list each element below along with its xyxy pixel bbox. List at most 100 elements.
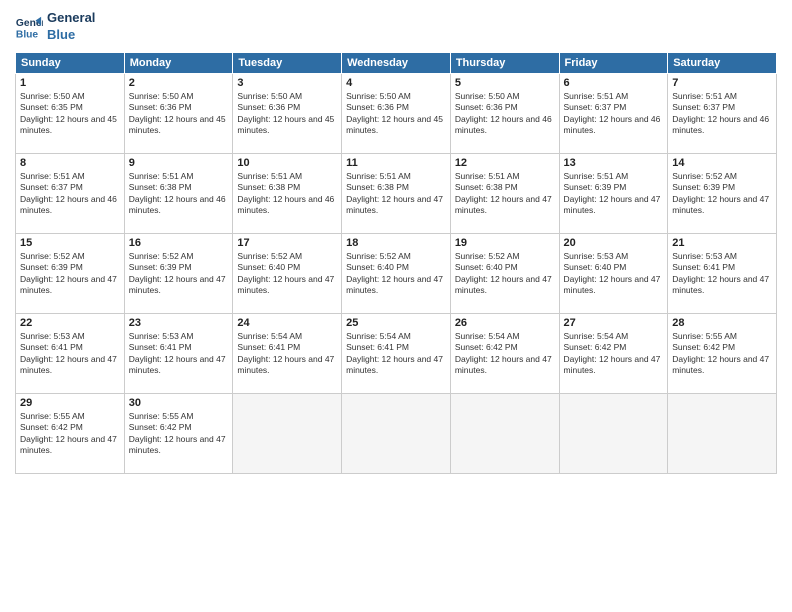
calendar-cell: 23 Sunrise: 5:53 AM Sunset: 6:41 PM Dayl…: [124, 313, 233, 393]
weekday-header: Friday: [559, 52, 668, 73]
calendar-cell: 10 Sunrise: 5:51 AM Sunset: 6:38 PM Dayl…: [233, 153, 342, 233]
calendar-cell: 11 Sunrise: 5:51 AM Sunset: 6:38 PM Dayl…: [342, 153, 451, 233]
weekday-header: Tuesday: [233, 52, 342, 73]
calendar-cell: 9 Sunrise: 5:51 AM Sunset: 6:38 PM Dayli…: [124, 153, 233, 233]
calendar-cell: [342, 393, 451, 473]
day-number: 5: [455, 77, 555, 89]
calendar-cell: [668, 393, 777, 473]
cell-details: Sunrise: 5:50 AM Sunset: 6:36 PM Dayligh…: [129, 91, 229, 137]
calendar-cell: [233, 393, 342, 473]
cell-details: Sunrise: 5:50 AM Sunset: 6:36 PM Dayligh…: [455, 91, 555, 137]
calendar-table: SundayMondayTuesdayWednesdayThursdayFrid…: [15, 52, 777, 474]
calendar-cell: 30 Sunrise: 5:55 AM Sunset: 6:42 PM Dayl…: [124, 393, 233, 473]
logo: General Blue GeneralBlue: [15, 10, 95, 44]
calendar-week-row: 15 Sunrise: 5:52 AM Sunset: 6:39 PM Dayl…: [16, 233, 777, 313]
cell-details: Sunrise: 5:55 AM Sunset: 6:42 PM Dayligh…: [20, 411, 120, 457]
day-number: 13: [564, 157, 664, 169]
day-number: 27: [564, 317, 664, 329]
calendar-cell: 15 Sunrise: 5:52 AM Sunset: 6:39 PM Dayl…: [16, 233, 125, 313]
calendar-cell: [450, 393, 559, 473]
calendar-cell: 21 Sunrise: 5:53 AM Sunset: 6:41 PM Dayl…: [668, 233, 777, 313]
cell-details: Sunrise: 5:50 AM Sunset: 6:36 PM Dayligh…: [237, 91, 337, 137]
calendar-cell: 6 Sunrise: 5:51 AM Sunset: 6:37 PM Dayli…: [559, 73, 668, 153]
weekday-header: Saturday: [668, 52, 777, 73]
day-number: 4: [346, 77, 446, 89]
calendar-cell: 8 Sunrise: 5:51 AM Sunset: 6:37 PM Dayli…: [16, 153, 125, 233]
cell-details: Sunrise: 5:52 AM Sunset: 6:39 PM Dayligh…: [672, 171, 772, 217]
cell-details: Sunrise: 5:51 AM Sunset: 6:38 PM Dayligh…: [346, 171, 446, 217]
logo-icon: General Blue: [15, 13, 43, 41]
day-number: 7: [672, 77, 772, 89]
cell-details: Sunrise: 5:54 AM Sunset: 6:41 PM Dayligh…: [346, 331, 446, 377]
calendar-cell: 2 Sunrise: 5:50 AM Sunset: 6:36 PM Dayli…: [124, 73, 233, 153]
calendar-cell: 12 Sunrise: 5:51 AM Sunset: 6:38 PM Dayl…: [450, 153, 559, 233]
calendar-week-row: 8 Sunrise: 5:51 AM Sunset: 6:37 PM Dayli…: [16, 153, 777, 233]
cell-details: Sunrise: 5:51 AM Sunset: 6:38 PM Dayligh…: [129, 171, 229, 217]
calendar-cell: [559, 393, 668, 473]
logo-text: GeneralBlue: [47, 10, 95, 44]
cell-details: Sunrise: 5:52 AM Sunset: 6:40 PM Dayligh…: [237, 251, 337, 297]
cell-details: Sunrise: 5:54 AM Sunset: 6:42 PM Dayligh…: [455, 331, 555, 377]
cell-details: Sunrise: 5:52 AM Sunset: 6:40 PM Dayligh…: [346, 251, 446, 297]
cell-details: Sunrise: 5:52 AM Sunset: 6:39 PM Dayligh…: [20, 251, 120, 297]
day-number: 30: [129, 397, 229, 409]
day-number: 26: [455, 317, 555, 329]
cell-details: Sunrise: 5:52 AM Sunset: 6:40 PM Dayligh…: [455, 251, 555, 297]
header: General Blue GeneralBlue: [15, 10, 777, 44]
calendar-cell: 7 Sunrise: 5:51 AM Sunset: 6:37 PM Dayli…: [668, 73, 777, 153]
cell-details: Sunrise: 5:53 AM Sunset: 6:40 PM Dayligh…: [564, 251, 664, 297]
cell-details: Sunrise: 5:53 AM Sunset: 6:41 PM Dayligh…: [20, 331, 120, 377]
cell-details: Sunrise: 5:50 AM Sunset: 6:36 PM Dayligh…: [346, 91, 446, 137]
day-number: 16: [129, 237, 229, 249]
calendar-cell: 1 Sunrise: 5:50 AM Sunset: 6:35 PM Dayli…: [16, 73, 125, 153]
calendar-cell: 26 Sunrise: 5:54 AM Sunset: 6:42 PM Dayl…: [450, 313, 559, 393]
cell-details: Sunrise: 5:54 AM Sunset: 6:41 PM Dayligh…: [237, 331, 337, 377]
calendar-cell: 3 Sunrise: 5:50 AM Sunset: 6:36 PM Dayli…: [233, 73, 342, 153]
day-number: 25: [346, 317, 446, 329]
cell-details: Sunrise: 5:54 AM Sunset: 6:42 PM Dayligh…: [564, 331, 664, 377]
day-number: 19: [455, 237, 555, 249]
cell-details: Sunrise: 5:51 AM Sunset: 6:38 PM Dayligh…: [237, 171, 337, 217]
cell-details: Sunrise: 5:55 AM Sunset: 6:42 PM Dayligh…: [129, 411, 229, 457]
cell-details: Sunrise: 5:51 AM Sunset: 6:38 PM Dayligh…: [455, 171, 555, 217]
calendar-cell: 29 Sunrise: 5:55 AM Sunset: 6:42 PM Dayl…: [16, 393, 125, 473]
calendar-cell: 19 Sunrise: 5:52 AM Sunset: 6:40 PM Dayl…: [450, 233, 559, 313]
weekday-header-row: SundayMondayTuesdayWednesdayThursdayFrid…: [16, 52, 777, 73]
day-number: 3: [237, 77, 337, 89]
day-number: 9: [129, 157, 229, 169]
weekday-header: Wednesday: [342, 52, 451, 73]
calendar-cell: 5 Sunrise: 5:50 AM Sunset: 6:36 PM Dayli…: [450, 73, 559, 153]
day-number: 22: [20, 317, 120, 329]
day-number: 10: [237, 157, 337, 169]
day-number: 8: [20, 157, 120, 169]
day-number: 29: [20, 397, 120, 409]
day-number: 1: [20, 77, 120, 89]
calendar-cell: 18 Sunrise: 5:52 AM Sunset: 6:40 PM Dayl…: [342, 233, 451, 313]
day-number: 17: [237, 237, 337, 249]
day-number: 24: [237, 317, 337, 329]
calendar-cell: 22 Sunrise: 5:53 AM Sunset: 6:41 PM Dayl…: [16, 313, 125, 393]
calendar-week-row: 22 Sunrise: 5:53 AM Sunset: 6:41 PM Dayl…: [16, 313, 777, 393]
cell-details: Sunrise: 5:51 AM Sunset: 6:37 PM Dayligh…: [20, 171, 120, 217]
calendar-cell: 16 Sunrise: 5:52 AM Sunset: 6:39 PM Dayl…: [124, 233, 233, 313]
calendar-cell: 25 Sunrise: 5:54 AM Sunset: 6:41 PM Dayl…: [342, 313, 451, 393]
calendar-cell: 24 Sunrise: 5:54 AM Sunset: 6:41 PM Dayl…: [233, 313, 342, 393]
day-number: 12: [455, 157, 555, 169]
calendar-cell: 14 Sunrise: 5:52 AM Sunset: 6:39 PM Dayl…: [668, 153, 777, 233]
cell-details: Sunrise: 5:51 AM Sunset: 6:37 PM Dayligh…: [564, 91, 664, 137]
calendar-cell: 4 Sunrise: 5:50 AM Sunset: 6:36 PM Dayli…: [342, 73, 451, 153]
svg-text:Blue: Blue: [16, 29, 39, 40]
day-number: 28: [672, 317, 772, 329]
cell-details: Sunrise: 5:50 AM Sunset: 6:35 PM Dayligh…: [20, 91, 120, 137]
weekday-header: Thursday: [450, 52, 559, 73]
day-number: 20: [564, 237, 664, 249]
calendar-cell: 17 Sunrise: 5:52 AM Sunset: 6:40 PM Dayl…: [233, 233, 342, 313]
calendar-cell: 20 Sunrise: 5:53 AM Sunset: 6:40 PM Dayl…: [559, 233, 668, 313]
cell-details: Sunrise: 5:52 AM Sunset: 6:39 PM Dayligh…: [129, 251, 229, 297]
day-number: 6: [564, 77, 664, 89]
day-number: 18: [346, 237, 446, 249]
day-number: 14: [672, 157, 772, 169]
calendar-cell: 13 Sunrise: 5:51 AM Sunset: 6:39 PM Dayl…: [559, 153, 668, 233]
cell-details: Sunrise: 5:55 AM Sunset: 6:42 PM Dayligh…: [672, 331, 772, 377]
day-number: 2: [129, 77, 229, 89]
